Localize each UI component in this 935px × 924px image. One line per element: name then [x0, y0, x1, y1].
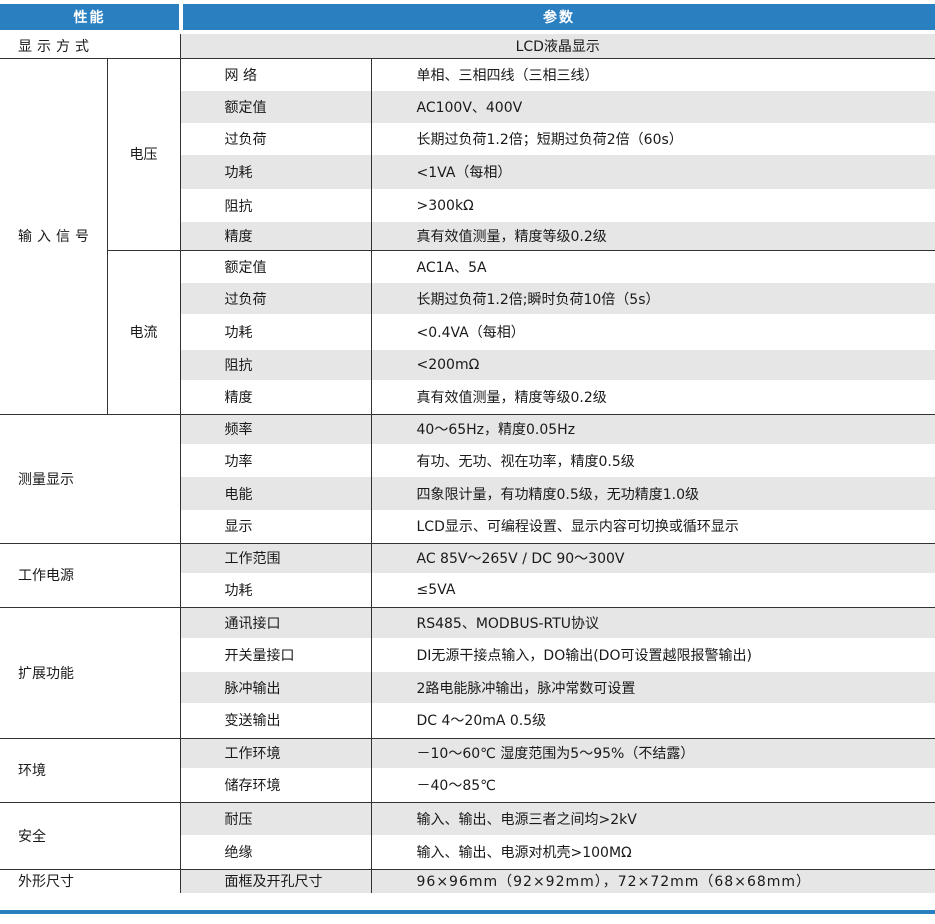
param-value: 96×96mm（92×92mm），72×72mm（68×68mm）	[371, 868, 935, 893]
param-name: 阻抗	[180, 350, 372, 380]
row-label-measure: 测量显示	[0, 413, 181, 543]
param-value: >300kΩ	[371, 189, 935, 222]
row-value-display: LCD液晶显示	[180, 34, 935, 58]
param-name: 功耗	[180, 155, 372, 189]
param-name: 耐压	[180, 801, 372, 835]
row-label-input: 输入信号	[0, 57, 108, 414]
param-name: 电能	[180, 477, 372, 510]
param-name: 精度	[180, 222, 372, 250]
param-value: ≤5VA	[371, 573, 935, 607]
table-row: 安全 耐压 输入、输出、电源三者之间均>2kV	[0, 801, 935, 869]
row-sublabel-voltage: 电压	[107, 57, 181, 250]
param-name: 功耗	[180, 314, 372, 350]
row-label-env: 环境	[0, 737, 181, 802]
param-value: 40～65Hz，精度0.05Hz	[371, 413, 935, 444]
param-name: 面框及开孔尺寸	[180, 868, 372, 893]
param-value: AC1A、5A	[371, 249, 935, 283]
param-value: RS485、MODBUS-RTU协议	[371, 606, 935, 638]
param-value: AC 85V～265V / DC 90～300V	[371, 542, 935, 573]
param-name: 阻抗	[180, 189, 372, 222]
param-name: 绝缘	[180, 835, 372, 869]
table-row: 电流 额定值 AC1A、5A	[0, 249, 935, 414]
param-value: AC100V、400V	[371, 91, 935, 123]
table-row: 扩展功能 通讯接口 RS485、MODBUS-RTU协议	[0, 606, 935, 738]
param-name: 脉冲输出	[180, 672, 372, 703]
param-value: 2路电能脉冲输出，脉冲常数可设置	[371, 672, 935, 703]
param-name: 额定值	[180, 249, 372, 283]
param-value: 输入、输出、电源对机壳>100MΩ	[371, 835, 935, 869]
table-row: 显示方式 LCD液晶显示	[0, 34, 935, 58]
spec-page: 性能 参数 显示方式 LCD液晶显示 输入信号 电压 网 络 单相、三相四线（三…	[0, 0, 935, 924]
row-label-ext: 扩展功能	[0, 606, 181, 738]
param-name: 变送输出	[180, 703, 372, 738]
param-value: 输入、输出、电源三者之间均>2kV	[371, 801, 935, 835]
param-name: 储存环境	[180, 768, 372, 802]
param-value: 单相、三相四线（三相三线）	[371, 57, 935, 91]
param-value: DI无源干接点输入，DO输出(DO可设置越限报警输出)	[371, 638, 935, 672]
row-label-size: 外形尺寸	[0, 868, 181, 893]
param-name: 功率	[180, 444, 372, 477]
row-sublabel-current: 电流	[107, 249, 181, 414]
param-value: 真有效值测量，精度等级0.2级	[371, 380, 935, 414]
bottom-rule	[0, 910, 935, 914]
param-value: 长期过负荷1.2倍;瞬时负荷10倍（5s）	[371, 283, 935, 314]
param-name: 网 络	[180, 57, 372, 91]
param-name: 功耗	[180, 573, 372, 607]
header-parameters: 参数	[183, 4, 935, 30]
param-value: 真有效值测量，精度等级0.2级	[371, 222, 935, 250]
table-row: 环境 工作环境 －10～60℃ 湿度范围为5～95%（不结露）	[0, 737, 935, 802]
param-value: <200mΩ	[371, 350, 935, 380]
param-value: 四象限计量，有功精度0.5级，无功精度1.0级	[371, 477, 935, 510]
param-value: －40～85℃	[371, 768, 935, 802]
param-name: 额定值	[180, 91, 372, 123]
param-value: <1VA（每相）	[371, 155, 935, 189]
row-label-display: 显示方式	[0, 34, 181, 58]
param-value: <0.4VA（每相）	[371, 314, 935, 350]
param-name: 开关量接口	[180, 638, 372, 672]
table-row: 输入信号 电压 网 络 单相、三相四线（三相三线）	[0, 57, 935, 414]
spec-table: 显示方式 LCD液晶显示 输入信号 电压 网 络 单相、三相四线（三相三线） 额…	[0, 34, 935, 893]
header-performance: 性能	[0, 4, 179, 30]
param-name: 过负荷	[180, 283, 372, 314]
row-label-safety: 安全	[0, 801, 181, 869]
param-name: 工作环境	[180, 737, 372, 768]
param-value: －10～60℃ 湿度范围为5～95%（不结露）	[371, 737, 935, 768]
table-row: 测量显示 频率 40～65Hz，精度0.05Hz	[0, 413, 935, 543]
param-name: 精度	[180, 380, 372, 414]
param-name: 工作范围	[180, 542, 372, 573]
table-row: 外形尺寸 面框及开孔尺寸 96×96mm（92×92mm），72×72mm（68…	[0, 868, 935, 893]
param-value: 长期过负荷1.2倍；短期过负荷2倍（60s）	[371, 123, 935, 155]
param-name: 频率	[180, 413, 372, 444]
param-name: 通讯接口	[180, 606, 372, 638]
param-value: 有功、无功、视在功率，精度0.5级	[371, 444, 935, 477]
param-value: LCD显示、可编程设置、显示内容可切换或循环显示	[371, 510, 935, 543]
param-value: DC 4～20mA 0.5级	[371, 703, 935, 738]
param-name: 显示	[180, 510, 372, 543]
row-label-power: 工作电源	[0, 542, 181, 607]
param-name: 过负荷	[180, 123, 372, 155]
table-row: 工作电源 工作范围 AC 85V～265V / DC 90～300V	[0, 542, 935, 607]
